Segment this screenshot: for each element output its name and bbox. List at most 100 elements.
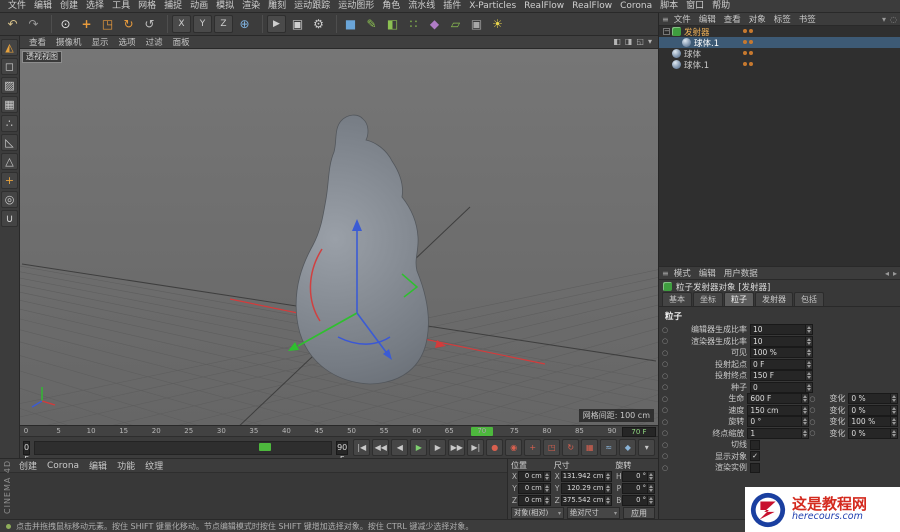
param-value-field[interactable]: 0 % [848,427,892,439]
coordinate-stepper[interactable] [543,471,551,482]
object-manager-menu-item[interactable]: 标签 [770,13,795,25]
keyframe-circle-icon[interactable]: ○ [809,418,817,426]
lock-y-axis-button[interactable]: Y [193,15,212,33]
redo-button[interactable]: ↷ [24,15,43,34]
dot-icon[interactable] [749,29,753,33]
go-to-previous-frame-button[interactable]: ◀ [391,439,409,456]
viewport-layout-icon[interactable]: ◨ [625,36,633,48]
param-stepper[interactable] [891,427,898,439]
menubar-item[interactable]: 运动跟踪 [290,0,334,12]
coordinate-stepper[interactable] [648,471,656,482]
om-filter-icon[interactable]: ▾ [882,15,886,24]
go-to-start-button[interactable]: |◀ [353,439,371,456]
record-keyframe-button[interactable]: ● [486,439,504,456]
attribute-tab[interactable]: 包括 [794,292,824,306]
param-stepper[interactable] [891,393,898,405]
param-stepper[interactable] [801,416,809,428]
nav-back-icon[interactable]: ◂ [885,269,889,278]
param-stepper[interactable] [806,370,813,382]
material-menu-item[interactable]: 创建 [14,459,42,472]
attribute-tab[interactable]: 发射器 [755,292,793,306]
rotate-button[interactable]: ↻ [119,15,138,34]
texture-mode-button[interactable]: ▨ [1,77,18,94]
coordinate-stepper[interactable] [605,471,613,482]
range-start-field[interactable]: 0 F [23,440,31,464]
site-url[interactable]: herecours.com [792,512,867,522]
visibility-dots[interactable] [743,51,753,55]
param-value-field[interactable]: 1 [747,427,802,439]
viewport-menu-item[interactable]: 面板 [168,36,195,48]
keyframe-circle-icon[interactable]: ○ [809,395,817,403]
material-menu-item[interactable]: 编辑 [84,459,112,472]
material-menu-item[interactable]: 功能 [112,459,140,472]
param-value-field[interactable]: 10 [750,324,806,336]
keyframe-circle-icon[interactable]: ○ [661,395,669,403]
menubar-item[interactable]: 渲染 [238,0,264,12]
range-end-field[interactable]: 90 F [336,440,349,464]
param-stepper[interactable] [806,347,813,359]
param-stepper[interactable] [801,427,809,439]
visibility-dots[interactable] [743,29,753,33]
timeline-ruler[interactable]: 70 70 F 0 5 10 15 20 25 30 35 40 45 50 55 60 65 70 75 80… [20,425,658,437]
object-manager-menu-item[interactable]: 文件 [670,13,695,25]
move-button[interactable]: + [77,15,96,34]
coordinate-value-field[interactable]: 131.942 cm [560,471,606,482]
coordinate-value-field[interactable]: 0 ° [622,495,649,506]
object-manager-menu-item[interactable]: 书签 [795,13,820,25]
coordinate-value-field[interactable]: 375.542 cm [560,495,606,506]
convert-editable-button[interactable]: ◭ [1,39,18,56]
keyframe-circle-icon[interactable]: ○ [661,464,669,472]
enable-axis-button[interactable]: + [1,172,18,189]
record-position-button[interactable]: + [524,439,542,456]
object-manager-menu-item[interactable]: 对象 [745,13,770,25]
add-light-button[interactable]: ☀ [488,15,507,34]
param-value-field[interactable]: 0 [750,381,806,393]
menubar-item[interactable]: 运动图形 [334,0,378,12]
coordinate-stepper[interactable] [648,495,656,506]
keyframe-circle-icon[interactable]: ○ [809,429,817,437]
viewport-solo-button[interactable]: ◎ [1,191,18,208]
menubar-item[interactable]: X-Particles [465,0,520,12]
attribute-menu-item[interactable]: 用户数据 [720,267,762,279]
param-value-field[interactable]: 100 % [848,416,892,428]
undo-button[interactable]: ↶ [3,15,22,34]
position-mode-select[interactable]: 对象(相对) ▾ [511,507,564,519]
menubar-item[interactable]: 动画 [186,0,212,12]
menubar-item[interactable]: 网格 [134,0,160,12]
object-tree-item[interactable]: 球体.1 [659,59,900,71]
viewport-options-icon[interactable]: ▾ [648,36,652,48]
record-rotation-button[interactable]: ↻ [562,439,580,456]
keyframe-circle-icon[interactable]: ○ [661,326,669,334]
dot-icon[interactable] [743,29,747,33]
autokeying-button[interactable]: ◉ [505,439,523,456]
edges-mode-button[interactable]: ◺ [1,134,18,151]
coordinate-value-field[interactable]: 0 cm [518,495,544,506]
param-stepper[interactable] [801,404,809,416]
dot-icon[interactable] [749,62,753,66]
go-to-next-frame-button[interactable]: ▶ [429,439,447,456]
expand-toggle-icon[interactable]: − [663,28,670,35]
visibility-dots[interactable] [743,40,753,44]
keyframe-circle-icon[interactable]: ○ [661,429,669,437]
keyframe-circle-icon[interactable]: ○ [661,360,669,368]
dot-icon[interactable] [743,40,747,44]
menubar-item[interactable]: 脚本 [656,0,682,12]
menubar-item[interactable]: 帮助 [708,0,734,12]
attribute-menu-item[interactable]: 模式 [670,267,695,279]
coordinate-stepper[interactable] [543,495,551,506]
record-parameter-button[interactable]: ▦ [581,439,599,456]
render-view-button[interactable]: ▶ [267,15,286,33]
viewport-toggle-single-view-icon[interactable]: ◧ [613,36,621,48]
menubar-item[interactable]: 选择 [82,0,108,12]
keyframe-circle-icon[interactable]: ○ [661,349,669,357]
panel-menu-icon[interactable]: ≡ [662,15,669,24]
coordinate-value-field[interactable]: 0 ° [622,471,649,482]
dot-icon[interactable] [749,40,753,44]
view-label[interactable]: 透视视图 [22,51,62,63]
viewport-menu-item[interactable]: 摄像机 [51,36,87,48]
object-manager-menu-item[interactable]: 查看 [720,13,745,25]
enable-snap-button[interactable]: ∪ [1,210,18,227]
param-value-field[interactable]: 150 cm [747,404,802,416]
record-scale-button[interactable]: ◳ [543,439,561,456]
object-manager-tree[interactable]: − 发射器 球体.1 球体 球体.1 [659,26,900,267]
